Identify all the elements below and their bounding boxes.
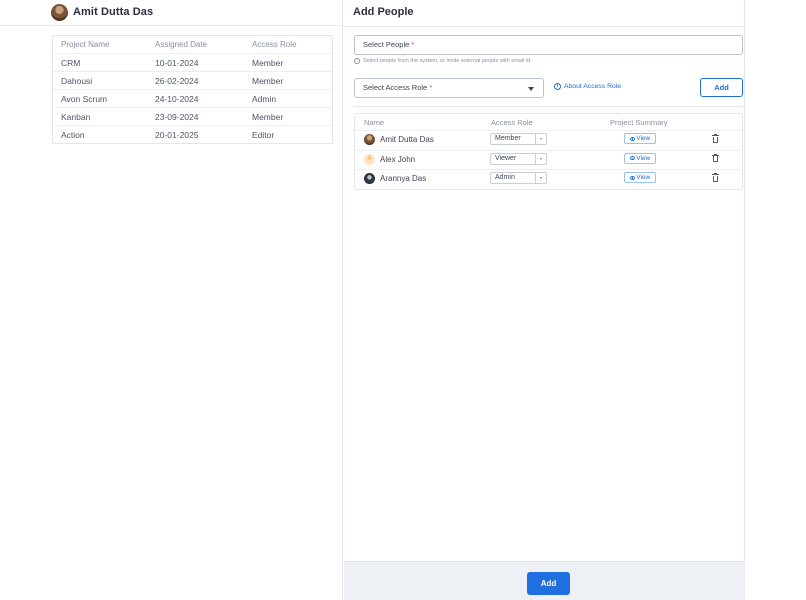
access-role-placeholder: Select Access Role xyxy=(363,83,428,92)
person-name: Amit Dutta Das xyxy=(380,135,434,144)
people-table-header: Name Access Role Project Summary xyxy=(355,114,742,130)
role-select[interactable]: Admin xyxy=(490,172,547,184)
table-row: CRM 10-01-2024 Member xyxy=(53,53,332,71)
trash-icon[interactable] xyxy=(712,134,719,143)
info-circle-icon xyxy=(354,58,360,64)
access-role: Member xyxy=(252,111,284,122)
required-mark: * xyxy=(411,40,415,49)
projects-table-header: Project Name Assigned Date Access Role xyxy=(53,36,332,53)
table-row: Avon Scrum 24-10-2024 Admin xyxy=(53,89,332,107)
trash-icon[interactable] xyxy=(712,173,719,182)
project-name: Avon Scrum xyxy=(61,93,108,104)
assigned-date: 26-02-2024 xyxy=(155,75,199,86)
project-name: Action xyxy=(61,129,85,140)
view-label: View xyxy=(636,154,651,162)
project-name: CRM xyxy=(61,57,81,68)
avatar xyxy=(364,134,375,145)
caret-down-icon xyxy=(539,138,542,140)
table-row: A Alex John Viewer View xyxy=(355,149,742,170)
view-summary-button[interactable]: View xyxy=(624,133,656,144)
role-value: Viewer xyxy=(495,154,517,162)
user-avatar xyxy=(51,4,68,21)
user-name: Amit Dutta Das xyxy=(73,6,154,18)
required-mark: * xyxy=(429,83,433,92)
col-header-name: Name xyxy=(364,118,385,127)
access-role: Member xyxy=(252,57,284,68)
trash-icon[interactable] xyxy=(712,153,719,163)
avatar xyxy=(364,173,375,184)
assigned-date: 20-01-2025 xyxy=(155,129,199,140)
select-people-hint: Select people from the system, or invite… xyxy=(354,58,532,64)
project-name: Kanban xyxy=(61,111,91,122)
caret-down-icon xyxy=(528,87,534,91)
role-value: Admin xyxy=(495,174,515,181)
table-row: Action 20-01-2025 Editor xyxy=(53,125,332,143)
view-label: View xyxy=(636,135,651,142)
user-header: Amit Dutta Das xyxy=(0,0,343,26)
person-name: Alex John xyxy=(380,154,416,164)
access-role: Editor xyxy=(252,129,275,140)
person-name: Arannya Das xyxy=(380,174,427,183)
select-people-input[interactable]: Select People * xyxy=(354,35,743,55)
header-divider xyxy=(344,26,745,27)
view-summary-button[interactable]: View xyxy=(624,172,656,183)
table-row: Amit Dutta Das Member View xyxy=(355,130,742,150)
eye-icon xyxy=(629,175,635,180)
table-row: Kanban 23-09-2024 Member xyxy=(53,107,332,125)
role-select[interactable]: Viewer xyxy=(490,152,547,165)
col-header-project-name: Project Name xyxy=(61,40,110,49)
hint-text: Select people from the system, or invite… xyxy=(363,58,532,64)
assigned-date: 23-09-2024 xyxy=(155,111,199,122)
panel-footer: Add xyxy=(344,561,745,600)
view-label: View xyxy=(636,174,651,181)
about-access-role-label: About Access Role xyxy=(564,83,622,90)
table-row: Dahousi 26-02-2024 Member xyxy=(53,71,332,89)
section-divider xyxy=(354,106,743,107)
access-role: Admin xyxy=(252,93,277,104)
eye-icon xyxy=(629,156,635,160)
role-value: Member xyxy=(495,135,521,142)
caret-down-icon xyxy=(539,177,542,179)
col-header-access-role: Access Role xyxy=(252,40,297,49)
col-header-project-summary: Project Summary xyxy=(610,118,668,127)
select-people-placeholder: Select People xyxy=(363,40,410,49)
submit-add-button[interactable]: Add xyxy=(527,572,570,595)
eye-icon xyxy=(629,136,635,141)
about-access-role-link[interactable]: i About Access Role xyxy=(554,83,621,90)
people-table: Name Access Role Project Summary Amit Du… xyxy=(354,113,743,190)
add-people-panel: Add People Select People * Select people… xyxy=(344,0,745,600)
info-icon: i xyxy=(554,83,561,90)
assigned-date: 10-01-2024 xyxy=(155,57,199,68)
view-summary-button[interactable]: View xyxy=(624,152,656,164)
projects-table: Project Name Assigned Date Access Role C… xyxy=(52,35,333,144)
caret-down-icon xyxy=(539,157,542,160)
assigned-date: 24-10-2024 xyxy=(155,93,199,104)
add-button[interactable]: Add xyxy=(700,78,743,97)
project-name: Dahousi xyxy=(61,75,93,86)
role-select[interactable]: Member xyxy=(490,133,547,145)
access-role-select[interactable]: Select Access Role * xyxy=(354,78,544,98)
col-header-access-role: Access Role xyxy=(491,118,533,127)
user-projects-panel: Amit Dutta Das Project Name Assigned Dat… xyxy=(0,0,343,600)
panel-title: Add People xyxy=(353,6,414,18)
avatar: A xyxy=(364,153,375,165)
col-header-assigned-date: Assigned Date xyxy=(155,40,208,49)
access-role: Member xyxy=(252,75,284,86)
table-row: Arannya Das Admin View xyxy=(355,169,742,189)
